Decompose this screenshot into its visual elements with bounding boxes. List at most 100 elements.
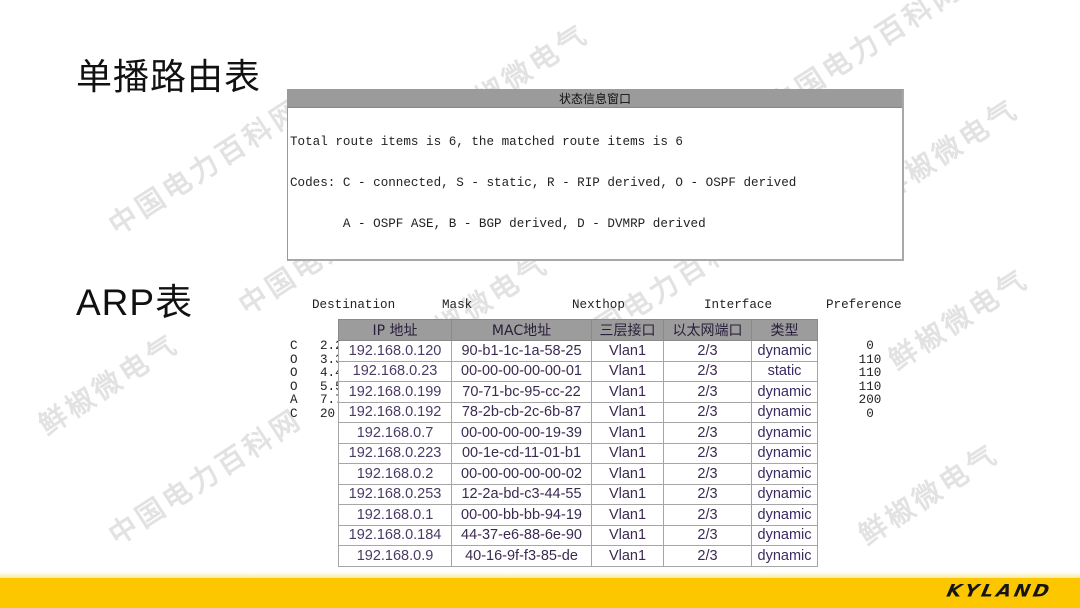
col-nexthop: Nexthop — [572, 298, 625, 313]
arp-row: 192.168.0.199 70-71-bc-95-cc-22 Vlan1 2/3 dy… — [338, 381, 818, 403]
arp-mac: 00-00-00-00-00-01 — [451, 360, 592, 382]
arp-port: 2/3 — [663, 504, 752, 526]
route-preference: 0 — [866, 339, 874, 354]
arp-row: 192.168.0.1 00-00-bb-bb-94-19 Vlan1 2/3 dyna… — [338, 504, 818, 526]
arp-l3-interface: Vlan1 — [591, 360, 664, 382]
arp-port: 2/3 — [663, 524, 752, 546]
kyland-logo: KYLAND — [944, 581, 1055, 601]
arp-ip: 192.168.0.184 — [338, 524, 452, 546]
route-preference: 110 — [858, 379, 882, 394]
col-l3-interface: 三层接口 — [591, 319, 664, 341]
arp-port: 2/3 — [663, 422, 752, 444]
arp-mac: 78-2b-cb-2c-6b-87 — [451, 401, 592, 423]
arp-port: 2/3 — [663, 381, 752, 403]
route-preference: 0 — [866, 407, 874, 422]
arp-row: 192.168.0.192 78-2b-cb-2c-6b-87 Vlan1 2/3 dy… — [338, 401, 818, 423]
footer-bar — [0, 578, 1080, 608]
arp-type: dynamic — [751, 483, 818, 505]
arp-row: 192.168.0.184 44-37-e6-88-6e-90 Vlan1 2/3 dy… — [338, 524, 818, 546]
route-codes-line: A - OSPF ASE, B - BGP derived, D - DVMRP… — [290, 216, 706, 231]
arp-ip: 192.168.0.7 — [338, 422, 452, 444]
arp-type: dynamic — [751, 545, 818, 567]
arp-port: 2/3 — [663, 360, 752, 382]
slide: 中国电力百科网 中国电力百科网 中国电力百科网 中国电力百科网 中国电力百科网 … — [0, 0, 1080, 608]
arp-mac: 00-1e-cd-11-01-b1 — [451, 442, 592, 464]
col-ip-address: IP 地址 — [338, 319, 452, 341]
arp-l3-interface: Vlan1 — [591, 422, 664, 444]
arp-ip: 192.168.0.199 — [338, 381, 452, 403]
arp-ip: 192.168.0.23 — [338, 360, 452, 382]
status-info-window: 状态信息窗口 Total route items is 6, the match… — [287, 89, 904, 421]
route-preference: 200 — [858, 393, 882, 408]
col-interface: Interface — [704, 298, 773, 313]
route-code: O — [290, 379, 298, 394]
col-type: 类型 — [751, 319, 818, 341]
arp-port: 2/3 — [663, 340, 752, 362]
route-preference: 110 — [858, 366, 882, 381]
route-column-headers: Destination Mask Nexthop Interface Prefe… — [290, 299, 902, 313]
arp-l3-interface: Vlan1 — [591, 483, 664, 505]
arp-port: 2/3 — [663, 401, 752, 423]
col-mask: Mask — [442, 298, 473, 313]
route-code: O — [290, 352, 298, 367]
arp-table-heading: ARP表 — [76, 282, 194, 323]
arp-ip: 192.168.0.2 — [338, 463, 452, 485]
route-code: C — [290, 339, 298, 354]
arp-l3-interface: Vlan1 — [591, 504, 664, 526]
route-summary-line: Total route items is 6, the matched rout… — [290, 135, 683, 150]
route-table-heading: 单播路由表 — [76, 57, 262, 98]
arp-type: static — [751, 360, 818, 382]
arp-l3-interface: Vlan1 — [591, 340, 664, 362]
arp-type: dynamic — [751, 524, 818, 546]
arp-port: 2/3 — [663, 545, 752, 567]
col-destination: Destination — [312, 298, 396, 313]
arp-row: 192.168.0.9 40-16-9f-f3-85-de Vlan1 2/3 dyna… — [338, 545, 818, 567]
arp-mac: 90-b1-1c-1a-58-25 — [451, 340, 592, 362]
arp-ip: 192.168.0.9 — [338, 545, 452, 567]
watermark-brand: 鲜椒微电气 — [32, 327, 185, 442]
arp-table: IP 地址 MAC地址 三层接口 以太网端口 类型 192.168.0.120 9… — [338, 319, 818, 567]
arp-ip: 192.168.0.1 — [338, 504, 452, 526]
arp-l3-interface: Vlan1 — [591, 401, 664, 423]
route-code: C — [290, 407, 298, 422]
route-code: O — [290, 366, 298, 381]
col-preference: Preference — [826, 298, 902, 313]
arp-mac: 00-00-bb-bb-94-19 — [451, 504, 592, 526]
arp-row: 192.168.0.223 00-1e-cd-11-01-b1 Vlan1 2/3 dy… — [338, 442, 818, 464]
route-preference: 110 — [858, 352, 882, 367]
arp-l3-interface: Vlan1 — [591, 463, 664, 485]
col-mac-address: MAC地址 — [451, 319, 592, 341]
arp-l3-interface: Vlan1 — [591, 524, 664, 546]
arp-l3-interface: Vlan1 — [591, 381, 664, 403]
arp-row: 192.168.0.253 12-2a-bd-c3-44-55 Vlan1 2/3 dy… — [338, 483, 818, 505]
watermark-site: 中国电力百科网 — [102, 402, 309, 552]
arp-mac: 40-16-9f-f3-85-de — [451, 545, 592, 567]
arp-l3-interface: Vlan1 — [591, 545, 664, 567]
watermark-site: 中国电力百科网 — [102, 92, 309, 242]
arp-mac: 44-37-e6-88-6e-90 — [451, 524, 592, 546]
arp-header-row: IP 地址 MAC地址 三层接口 以太网端口 类型 — [338, 319, 818, 341]
arp-ip: 192.168.0.253 — [338, 483, 452, 505]
arp-mac: 00-00-00-00-00-02 — [451, 463, 592, 485]
arp-type: dynamic — [751, 504, 818, 526]
arp-ip: 192.168.0.120 — [338, 340, 452, 362]
arp-row: 192.168.0.23 00-00-00-00-00-01 Vlan1 2/3 sta… — [338, 360, 818, 382]
arp-type: dynamic — [751, 401, 818, 423]
arp-port: 2/3 — [663, 483, 752, 505]
route-codes-line: Codes: C - connected, S - static, R - RI… — [290, 175, 797, 190]
arp-row: 192.168.0.7 00-00-00-00-19-39 Vlan1 2/3 dyna… — [338, 422, 818, 444]
arp-ip: 192.168.0.192 — [338, 401, 452, 423]
arp-row: 192.168.0.120 90-b1-1c-1a-58-25 Vlan1 2/3 dy… — [338, 340, 818, 362]
arp-row: 192.168.0.2 00-00-00-00-00-02 Vlan1 2/3 dyna… — [338, 463, 818, 485]
arp-type: dynamic — [751, 422, 818, 444]
arp-type: dynamic — [751, 442, 818, 464]
arp-port: 2/3 — [663, 463, 752, 485]
col-ethernet-port: 以太网端口 — [663, 319, 752, 341]
arp-mac: 12-2a-bd-c3-44-55 — [451, 483, 592, 505]
arp-type: dynamic — [751, 463, 818, 485]
arp-type: dynamic — [751, 340, 818, 362]
arp-port: 2/3 — [663, 442, 752, 464]
arp-ip: 192.168.0.223 — [338, 442, 452, 464]
status-window-title: 状态信息窗口 — [288, 90, 902, 108]
